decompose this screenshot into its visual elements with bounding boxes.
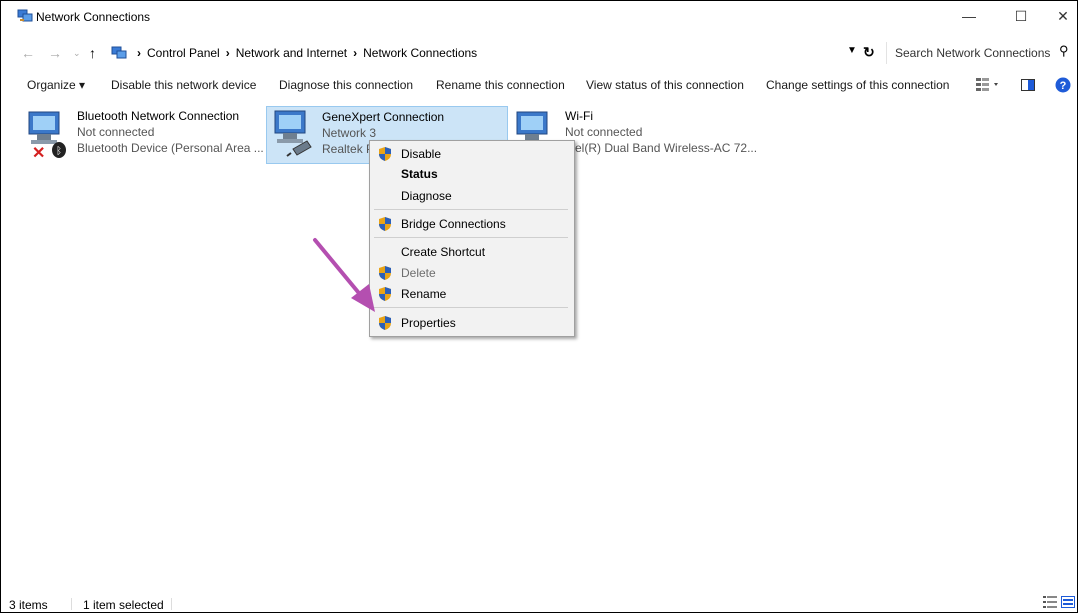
menu-item-label: Delete: [401, 266, 436, 280]
menu-item-label: Create Shortcut: [401, 245, 486, 259]
breadcrumb-separator-icon: ›: [137, 46, 141, 60]
maximize-button[interactable]: ☐: [999, 1, 1043, 31]
bluetooth-network-adapter-icon: ✕ ᛒ: [28, 111, 66, 160]
view-options-icon[interactable]: [976, 78, 1002, 92]
back-arrow-icon[interactable]: ←: [21, 45, 35, 61]
preview-pane-icon[interactable]: [1021, 79, 1035, 91]
change-settings-button[interactable]: Change settings of this connection: [766, 78, 949, 92]
breadcrumb-item-network-connections[interactable]: Network Connections: [363, 46, 477, 60]
menu-item-properties[interactable]: Properties: [370, 313, 574, 333]
menu-item-status[interactable]: Status: [370, 164, 574, 184]
breadcrumb-item-control-panel[interactable]: Control Panel: [147, 46, 220, 60]
menu-item-disable[interactable]: Disable: [370, 144, 574, 164]
menu-separator: [374, 209, 568, 210]
connection-details: Wi-Fi Not connected ntel(R) Dual Band Wi…: [565, 108, 757, 156]
breadcrumb-separator-icon[interactable]: ›: [226, 42, 230, 64]
organize-button[interactable]: Organize ▾: [27, 78, 85, 92]
view-status-button[interactable]: View status of this connection: [586, 78, 744, 92]
connection-name: Wi-Fi: [565, 109, 593, 123]
search-input[interactable]: Search Network Connections: [886, 42, 1060, 64]
svg-text:?: ?: [1060, 80, 1067, 92]
svg-text:ᛒ: ᛒ: [56, 146, 62, 157]
breadcrumb-separator-icon[interactable]: ›: [353, 42, 357, 64]
menu-item-label: Properties: [401, 316, 456, 330]
address-dropdown-chevron-icon[interactable]: ▼: [847, 45, 857, 56]
connection-details: Bluetooth Network Connection Not connect…: [77, 108, 264, 156]
item-count: 3 items: [9, 598, 48, 612]
menu-separator: [374, 237, 568, 238]
close-button[interactable]: ✕: [1041, 1, 1077, 31]
control-panel-location-icon: [111, 46, 127, 59]
context-menu: Disable Status Diagnose Bridge Connectio…: [369, 140, 575, 337]
explorer-window: Network Connections — ☐ ✕ ← → ⌄ ↑ › Contr…: [0, 0, 1078, 613]
large-icons-view-icon[interactable]: [1061, 596, 1075, 608]
ethernet-adapter-icon: [274, 110, 312, 157]
diagnose-connection-button[interactable]: Diagnose this connection: [279, 78, 413, 92]
connection-name: Bluetooth Network Connection: [77, 109, 240, 123]
command-bar: Organize ▾ Disable this network device D…: [1, 70, 1077, 100]
menu-item-label: Bridge Connections: [401, 217, 506, 231]
rename-connection-button[interactable]: Rename this connection: [436, 78, 565, 92]
minimize-button[interactable]: —: [947, 1, 991, 31]
menu-item-label: Disable: [401, 147, 442, 161]
annotation-arrow-icon: [313, 238, 375, 312]
connection-status: Not connected: [565, 125, 643, 139]
address-row: ← → ⌄ ↑ › Control Panel › Network and Inter…: [1, 42, 1077, 66]
status-divider: [71, 598, 72, 610]
uac-shield-icon: [379, 316, 391, 330]
up-arrow-icon[interactable]: ↑: [89, 45, 96, 61]
uac-shield-icon: [379, 147, 391, 161]
title-bar: Network Connections — ☐ ✕: [1, 1, 1077, 31]
menu-item-label: Status: [401, 167, 438, 181]
disable-device-button[interactable]: Disable this network device: [111, 78, 256, 92]
menu-item-bridge-connections[interactable]: Bridge Connections: [370, 214, 574, 234]
menu-item-delete[interactable]: Delete: [370, 263, 574, 283]
selection-count: 1 item selected: [83, 598, 164, 612]
menu-item-create-shortcut[interactable]: Create Shortcut: [370, 242, 574, 262]
menu-separator: [374, 307, 568, 308]
uac-shield-icon: [379, 217, 391, 231]
search-icon[interactable]: ⚲: [1059, 43, 1069, 59]
svg-text:✕: ✕: [32, 145, 45, 160]
connection-device: ntel(R) Dual Band Wireless-AC 72...: [565, 141, 758, 155]
connection-status: Network 3: [322, 126, 377, 140]
refresh-icon[interactable]: ↻: [863, 44, 875, 61]
connection-name: GeneXpert Connection: [322, 110, 445, 124]
window-title: Network Connections: [36, 10, 151, 24]
help-icon[interactable]: ?: [1055, 77, 1071, 93]
status-divider: [171, 598, 172, 610]
details-view-icon[interactable]: [1043, 596, 1057, 608]
network-connections-icon: [17, 9, 33, 22]
status-bar: 3 items 1 item selected: [1, 592, 1077, 612]
breadcrumb: › Control Panel › Network and Internet › Netw…: [131, 42, 477, 64]
menu-item-label: Diagnose: [401, 189, 452, 203]
connection-item-bluetooth[interactable]: ✕ ᛒ Bluetooth Network Connection Not con…: [25, 108, 264, 163]
breadcrumb-item-network-and-internet[interactable]: Network and Internet: [236, 46, 347, 60]
connection-status: Not connected: [77, 125, 155, 139]
menu-item-diagnose[interactable]: Diagnose: [370, 186, 574, 206]
recent-locations-chevron-icon[interactable]: ⌄: [73, 48, 81, 59]
menu-item-label: Rename: [401, 287, 447, 301]
menu-item-rename[interactable]: Rename: [370, 284, 574, 304]
forward-arrow-icon[interactable]: →: [48, 45, 62, 61]
connection-device: Bluetooth Device (Personal Area ...: [77, 141, 264, 155]
